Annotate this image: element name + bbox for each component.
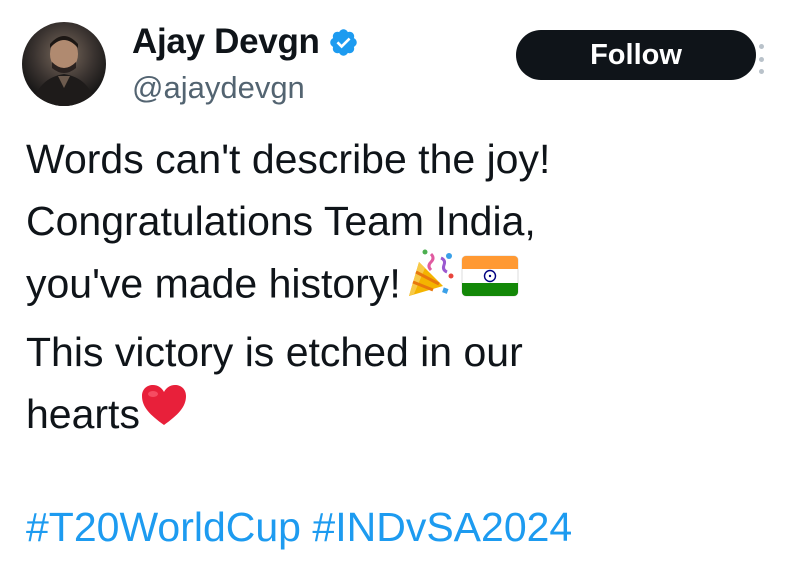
tweet-line: hearts bbox=[26, 391, 140, 437]
more-dot bbox=[758, 69, 764, 74]
user-handle[interactable]: @ajaydevgn bbox=[132, 70, 305, 106]
name-row: Ajay Devgn bbox=[132, 20, 359, 64]
more-dot bbox=[758, 56, 764, 62]
avatar[interactable] bbox=[22, 22, 106, 106]
india-flag-icon bbox=[461, 252, 519, 314]
display-name[interactable]: Ajay Devgn bbox=[132, 22, 320, 62]
avatar-portrait-icon bbox=[32, 36, 96, 106]
hashtag-row: #T20WorldCup #INDvSA2024 bbox=[26, 496, 572, 558]
follow-button[interactable]: Follow bbox=[516, 30, 756, 80]
tweet-line: Words can't describe the joy! bbox=[26, 136, 551, 182]
tweet-line: Congratulations Team India, bbox=[26, 198, 536, 244]
tweet-line-with-emoji: you've made history! bbox=[26, 249, 766, 321]
tweet-text: Words can't describe the joy! Congratula… bbox=[26, 128, 766, 448]
red-heart-icon bbox=[140, 382, 188, 444]
more-dot bbox=[758, 44, 764, 49]
tweet-header: Ajay Devgn @ajaydevgn Follow bbox=[22, 18, 782, 108]
tweet-line: you've made history! bbox=[26, 260, 401, 307]
hashtag-link[interactable]: #INDvSA2024 bbox=[312, 504, 572, 550]
more-options-icon[interactable] bbox=[756, 44, 766, 74]
party-popper-icon bbox=[405, 248, 457, 317]
tweet-line: This victory is etched in our bbox=[26, 329, 523, 375]
hashtag-link[interactable]: #T20WorldCup bbox=[26, 504, 301, 550]
tweet-line-with-emoji: hearts bbox=[26, 383, 766, 448]
verified-badge-icon bbox=[328, 27, 359, 58]
